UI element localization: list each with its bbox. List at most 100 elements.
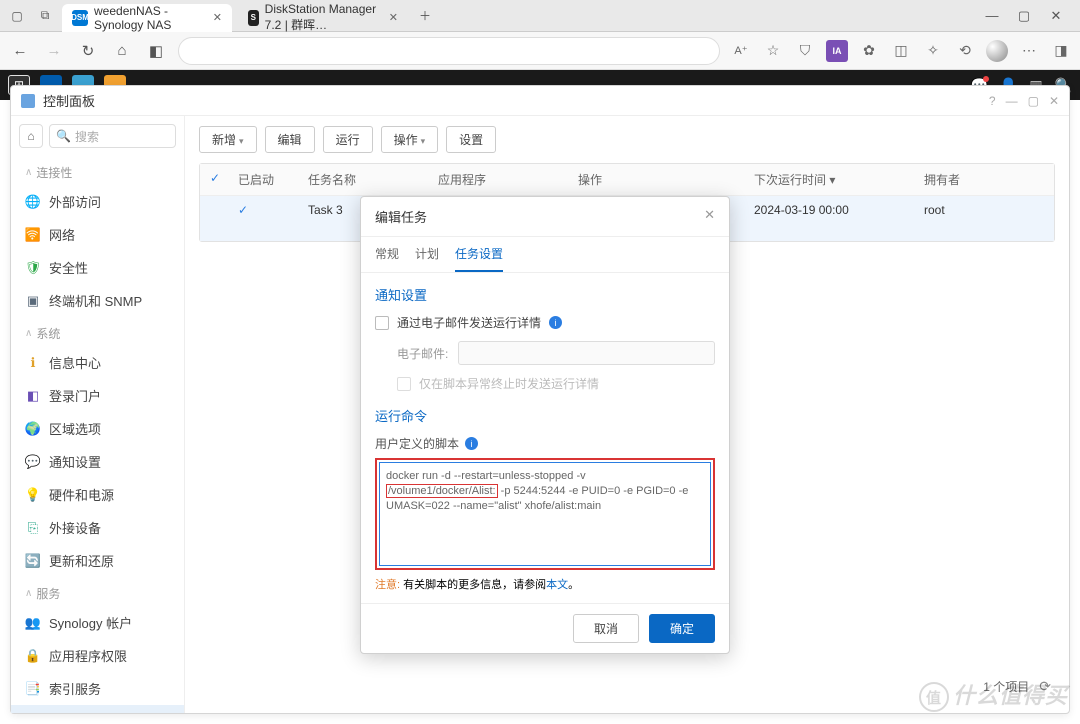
email-input[interactable] — [458, 341, 715, 365]
header-app[interactable]: 应用程序 — [428, 164, 568, 195]
browser-address-bar: ← → ↻ ⌂ ◧ A⁺ ☆ ⛉ IA ✿ ◫ ✧ ⟲ ⋯ ◨ — [0, 32, 1080, 70]
home-button[interactable]: ⌂ — [110, 39, 134, 63]
row-owner: root — [914, 196, 1054, 241]
note-link[interactable]: 本文 — [546, 579, 568, 591]
app-icon[interactable]: ◧ — [144, 39, 168, 63]
bell-icon: 💬 — [25, 454, 41, 470]
portal-icon: ◧ — [25, 388, 41, 404]
sidebar-item-terminal[interactable]: ▣终端机和 SNMP — [11, 284, 184, 317]
tab-schedule[interactable]: 计划 — [415, 245, 439, 272]
highlighted-path: /volume1/docker/Alist: — [386, 484, 498, 498]
terminal-icon: ▣ — [25, 293, 41, 309]
script-textarea[interactable]: docker run -d --restart=unless-stopped -… — [379, 462, 711, 566]
action-button[interactable]: 操作 — [381, 126, 439, 153]
collections-icon[interactable]: ✧ — [922, 40, 944, 62]
edit-button[interactable]: 编辑 — [265, 126, 315, 153]
favicon-s-icon: S — [248, 10, 259, 26]
window-title: 控制面板 — [43, 91, 95, 110]
sidebar-item-hardware[interactable]: 💡硬件和电源 — [11, 478, 184, 511]
maximize-icon[interactable]: ▢ — [1028, 94, 1039, 108]
browser-tab-1[interactable]: DSM weedenNAS - Synology NAS ✕ — [62, 4, 232, 32]
maximize-button[interactable]: ▢ — [1014, 8, 1034, 24]
ia-icon[interactable]: IA — [826, 40, 848, 62]
modal-body: 通知设置 通过电子邮件发送运行详情 i 电子邮件: 仅在脚本异常终止时发送运行详… — [361, 273, 729, 603]
shield-icon[interactable]: ⛉ — [794, 40, 816, 62]
help-icon[interactable]: ? — [989, 94, 996, 108]
browser-tabsview-icon[interactable]: ⧉ — [34, 5, 56, 27]
row-checkbox[interactable] — [200, 196, 228, 241]
header-next[interactable]: 下次运行时间 ▾ — [744, 164, 914, 195]
sidebar-item-login[interactable]: ◧登录门户 — [11, 379, 184, 412]
minimize-icon[interactable]: ― — [1006, 94, 1018, 108]
info-icon[interactable]: i — [465, 437, 478, 450]
close-icon[interactable]: ✕ — [389, 11, 398, 24]
back-button[interactable]: ← — [8, 39, 32, 63]
sidebar-item-notify[interactable]: 💬通知设置 — [11, 445, 184, 478]
sidebar-group-connectivity[interactable]: 连接性 — [11, 156, 184, 185]
sidebar-item-task-scheduler[interactable]: 📅任务计划 — [11, 705, 184, 713]
tab-general[interactable]: 常规 — [375, 245, 399, 272]
row-next: 2024-03-19 00:00 — [744, 196, 914, 241]
extensions-icon[interactable]: ✿ — [858, 40, 880, 62]
sidebar-item-external-device[interactable]: ⎘外接设备 — [11, 511, 184, 544]
sidebar-item-security[interactable]: 🛡安全性 — [11, 251, 184, 284]
header-op[interactable]: 操作 — [568, 164, 744, 195]
checkbox[interactable] — [375, 316, 389, 330]
email-details-checkbox-row[interactable]: 通过电子邮件发送运行详情 i — [375, 314, 715, 331]
cancel-button[interactable]: 取消 — [573, 614, 639, 643]
new-button[interactable]: 新增 — [199, 126, 257, 153]
sidebar-item-info[interactable]: ℹ信息中心 — [11, 346, 184, 379]
favicon-dsm-icon: DSM — [72, 10, 88, 26]
header-owner[interactable]: 拥有者 — [914, 164, 1054, 195]
sync-icon[interactable]: ⟲ — [954, 40, 976, 62]
ok-button[interactable]: 确定 — [649, 614, 715, 643]
close-button[interactable]: ✕ — [1046, 8, 1066, 24]
close-icon[interactable]: ✕ — [213, 11, 222, 24]
header-name[interactable]: 任务名称 — [298, 164, 428, 195]
run-button[interactable]: 运行 — [323, 126, 373, 153]
tab-task-settings[interactable]: 任务设置 — [455, 245, 503, 272]
refresh-icon[interactable]: ⟳ — [1039, 678, 1051, 695]
sidebar-item-index[interactable]: 📑索引服务 — [11, 672, 184, 705]
sidebar-icon[interactable]: ◫ — [890, 40, 912, 62]
checkbox — [397, 377, 411, 391]
sidebar-item-update[interactable]: 🔄更新和还原 — [11, 544, 184, 577]
item-count: 1 个项目 — [983, 678, 1029, 695]
forward-button[interactable]: → — [42, 39, 66, 63]
header-enabled[interactable]: 已启动 — [228, 164, 298, 195]
modal-title-text: 编辑任务 — [375, 207, 427, 226]
profile-avatar[interactable] — [986, 40, 1008, 62]
split-icon[interactable]: ◨ — [1050, 40, 1072, 62]
new-tab-button[interactable]: ＋ — [414, 5, 436, 27]
home-button[interactable]: ⌂ — [19, 124, 43, 148]
close-icon[interactable]: ✕ — [704, 207, 715, 226]
shield-icon: 🛡 — [25, 260, 41, 276]
sidebar-item-app-privilege[interactable]: 🔒应用程序权限 — [11, 639, 184, 672]
sidebar-group-system[interactable]: 系统 — [11, 317, 184, 346]
browser-menu-icon[interactable]: ▢ — [6, 5, 28, 27]
modal-titlebar: 编辑任务 ✕ — [361, 197, 729, 237]
sidebar-item-network[interactable]: 🛜网络 — [11, 218, 184, 251]
browser-tab-2[interactable]: S DiskStation Manager 7.2 | 群晖… ✕ — [238, 4, 408, 32]
close-icon[interactable]: ✕ — [1049, 94, 1059, 108]
search-input[interactable]: 🔍 搜索 — [49, 124, 176, 148]
settings-button[interactable]: 设置 — [446, 126, 496, 153]
account-icon: 👥 — [25, 615, 41, 631]
url-input[interactable] — [178, 37, 720, 65]
sidebar-item-synology-account[interactable]: 👥Synology 帐户 — [11, 606, 184, 639]
refresh-button[interactable]: ↻ — [76, 39, 100, 63]
header-checkbox[interactable]: ✓ — [200, 164, 228, 195]
sidebar-item-external-access[interactable]: 🌐外部访问 — [11, 185, 184, 218]
table-header: ✓ 已启动 任务名称 应用程序 操作 下次运行时间 ▾ 拥有者 — [200, 164, 1054, 196]
favorite-icon[interactable]: ☆ — [762, 40, 784, 62]
sidebar-item-region[interactable]: 🌍区域选项 — [11, 412, 184, 445]
sidebar-group-services[interactable]: 服务 — [11, 577, 184, 606]
toolbar: 新增 编辑 运行 操作 设置 — [199, 126, 1055, 153]
read-aloud-icon[interactable]: A⁺ — [730, 40, 752, 62]
device-icon: ⎘ — [25, 520, 41, 536]
minimize-button[interactable]: ― — [982, 8, 1002, 24]
more-icon[interactable]: ⋯ — [1018, 40, 1040, 62]
notify-section-title: 通知设置 — [375, 285, 715, 304]
info-icon[interactable]: i — [549, 316, 562, 329]
modal-footer: 取消 确定 — [361, 603, 729, 653]
